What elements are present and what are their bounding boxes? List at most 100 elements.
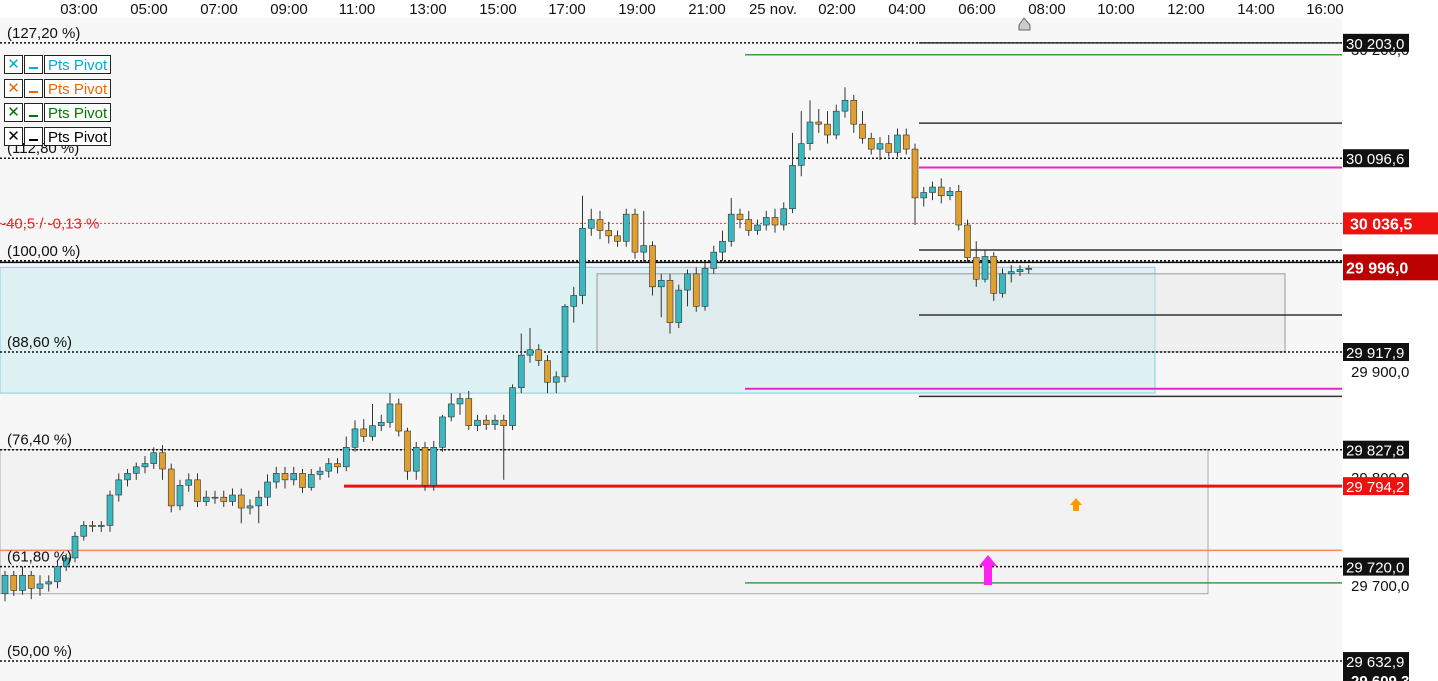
candle-body	[771, 217, 779, 226]
candle-body	[211, 496, 219, 499]
candle-body	[754, 224, 761, 231]
candle-body	[360, 428, 368, 437]
time-tick-label: 14:00	[1237, 1, 1275, 18]
candle-body	[841, 100, 849, 112]
minimize-icon[interactable]	[24, 126, 43, 146]
candle-body	[500, 419, 508, 426]
candle-body	[587, 219, 595, 229]
candle-body	[465, 398, 473, 426]
candle-body	[45, 581, 53, 585]
candle-body	[141, 463, 149, 468]
minimize-icon[interactable]	[24, 54, 43, 74]
legend-label[interactable]: Pts Pivot	[44, 126, 112, 146]
candle-body	[727, 213, 735, 242]
candle-body	[920, 192, 928, 199]
candle-body	[412, 447, 420, 472]
candle-body	[491, 419, 499, 425]
candle-body	[701, 268, 709, 307]
candle-body	[482, 419, 490, 425]
candle-body	[832, 110, 840, 136]
legend-label[interactable]: Pts Pivot	[44, 78, 112, 98]
candle-body	[342, 447, 350, 468]
candle-body	[605, 230, 613, 237]
candle-body	[999, 273, 1006, 294]
candle-body	[351, 428, 359, 448]
close-icon[interactable]: ✕	[4, 126, 23, 146]
candle-body	[719, 240, 726, 253]
legend-label[interactable]: Pts Pivot	[44, 54, 112, 74]
candle-body	[762, 217, 770, 226]
price-chart: 03:00 05:00 07:00 09:00 11:00 13:00 15:00 17:00…	[0, 0, 1438, 681]
time-tick-label: 06:00	[958, 1, 996, 18]
legend-item[interactable]: ✕ Pts Pivot	[4, 77, 112, 99]
candle-body	[474, 419, 481, 426]
legend-item[interactable]: ✕ Pts Pivot	[4, 101, 112, 123]
candle-body	[972, 257, 980, 280]
candle-body	[150, 452, 158, 464]
candle-body	[911, 148, 919, 199]
candle-body	[202, 496, 210, 502]
fib-price-tag: 29 632,9	[1346, 654, 1404, 671]
candle-body	[97, 525, 105, 527]
candle-body	[395, 403, 403, 432]
candle-body	[237, 494, 245, 509]
candle-body	[692, 273, 700, 307]
candle-body	[885, 143, 893, 153]
time-tick-label: 13:00	[409, 1, 447, 18]
close-icon[interactable]: ✕	[4, 78, 23, 98]
fib-price-tag: 29 917,9	[1346, 345, 1404, 362]
legend-item[interactable]: ✕ Pts Pivot	[4, 125, 112, 147]
close-icon[interactable]: ✕	[4, 54, 23, 74]
candle-body	[684, 273, 691, 291]
candle-body	[132, 466, 140, 474]
gray-zone	[0, 448, 1209, 595]
candle-body	[929, 186, 936, 193]
candle-body	[780, 208, 788, 226]
candle-body	[815, 121, 823, 125]
candle-body	[325, 463, 333, 472]
candle-body	[307, 474, 315, 488]
candle-body	[167, 468, 175, 507]
candle-body	[622, 213, 630, 242]
candle-body	[115, 479, 123, 496]
time-tick-label: 12:00	[1167, 1, 1205, 18]
candle-body	[421, 447, 429, 486]
candle-body	[369, 425, 376, 437]
candle-body	[946, 191, 954, 197]
candle-body	[544, 360, 551, 383]
minimize-icon[interactable]	[24, 78, 43, 98]
candle-body	[1025, 268, 1033, 270]
candle-body	[649, 245, 656, 288]
candle-body	[176, 484, 184, 507]
candle-body	[447, 403, 455, 418]
fib-level-label: (76,40 %)	[7, 432, 72, 449]
candle-body	[579, 227, 586, 296]
candle-body	[10, 574, 18, 591]
change-label: -40,5 / -0,13 %	[1, 215, 99, 232]
time-tick-label: 04:00	[888, 1, 926, 18]
legend-label[interactable]: Pts Pivot	[44, 102, 112, 122]
time-tick-label: 02:00	[818, 1, 856, 18]
time-tick-label: 19:00	[618, 1, 656, 18]
candle-body	[964, 224, 971, 258]
candle-body	[666, 280, 674, 323]
candle-body	[159, 452, 166, 470]
candle-body	[902, 134, 910, 150]
candle-body	[264, 481, 271, 498]
minimize-icon[interactable]	[24, 102, 43, 122]
candle-body	[526, 349, 534, 356]
candle-body	[867, 137, 875, 150]
candle-body	[657, 280, 665, 288]
fib-price-tag: 30 096,6	[1346, 151, 1404, 168]
time-tick-label: 16:00	[1306, 1, 1344, 18]
legend-item[interactable]: ✕ Pts Pivot	[4, 53, 112, 75]
candle-body	[631, 213, 639, 253]
candle-body	[955, 191, 963, 226]
candle-body	[36, 583, 44, 589]
time-tick-label: 11:00	[339, 1, 375, 18]
candle-body	[937, 186, 945, 197]
gray-zone	[596, 273, 1286, 353]
candle-body	[27, 574, 35, 589]
close-icon[interactable]: ✕	[4, 102, 23, 122]
candle-body	[124, 473, 131, 481]
